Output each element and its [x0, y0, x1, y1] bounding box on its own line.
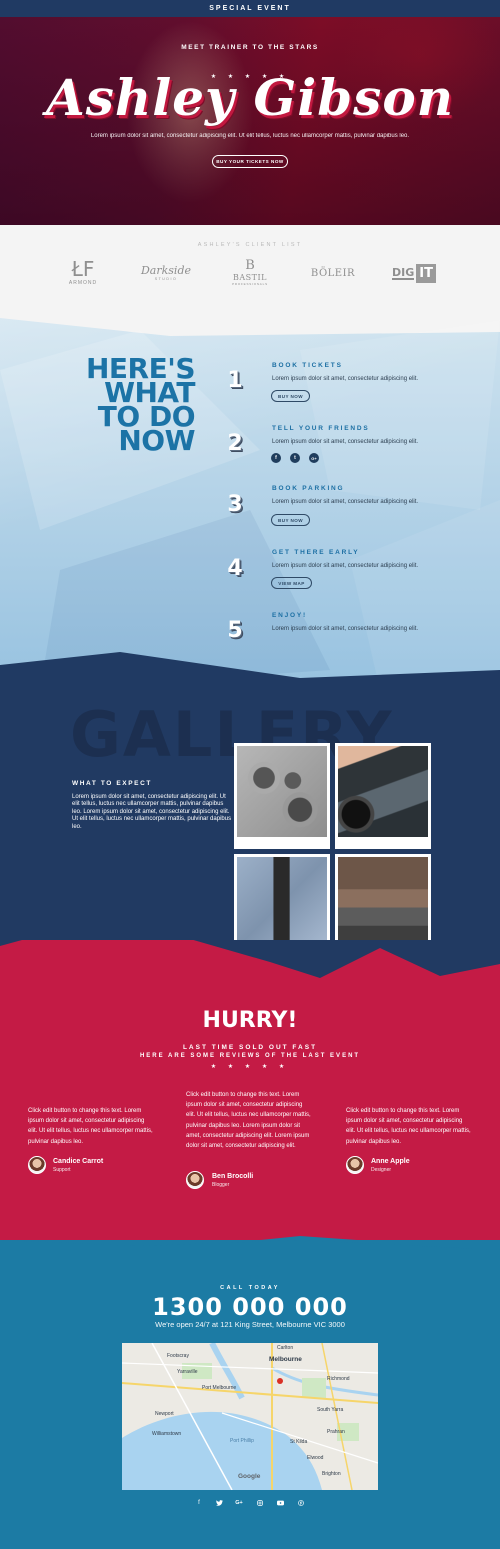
hero-kicker: MEET TRAINER TO THE STARS: [181, 44, 319, 51]
twitter-bird-glyph: [215, 1500, 223, 1506]
step-desc-3: Lorem ipsum dolor sit amet, consectetur …: [272, 499, 419, 505]
gallery-description: Lorem ipsum dolor sit amet, consectetur …: [72, 794, 232, 830]
dumbbells-image: [237, 746, 327, 837]
pinterest-glyph: [298, 1500, 304, 1506]
review-text-1: Click edit button to change this text. L…: [28, 1108, 153, 1145]
google-plus-icon[interactable]: G+: [232, 1500, 246, 1506]
hurry-stars: ★ ★ ★ ★ ★: [210, 1064, 290, 1070]
map-label-port-melbourne: Port Melbourne: [202, 1385, 237, 1391]
gallery-kicker: WHAT TO EXPECT: [72, 780, 152, 787]
top-bar: SPECIAL EVENT: [0, 0, 500, 17]
youtube-glyph: [276, 1500, 284, 1506]
step-title-5: ENJOY!: [272, 612, 308, 619]
client-logo-darkside: Darkside STUDIO: [135, 264, 197, 281]
bastil-mark: B: [245, 258, 255, 273]
map-label-st-kilda: St Kilda: [290, 1439, 308, 1445]
bastil-sub: PROFESSIONALS: [232, 282, 268, 286]
youtube-icon[interactable]: [273, 1500, 287, 1508]
step-title-3: BOOK PARKING: [272, 485, 345, 492]
armond-name: ARMOND: [68, 280, 98, 286]
buy-tickets-button[interactable]: BUY YOUR TICKETS NOW: [212, 155, 288, 168]
avatar: [346, 1156, 364, 1174]
avatar: [186, 1171, 204, 1189]
step-number-4: 4: [227, 556, 243, 581]
reviewer-role-3: Designer: [371, 1167, 392, 1173]
map-label-richmond: Richmond: [327, 1376, 350, 1382]
top-bar-label: SPECIAL EVENT: [209, 5, 291, 12]
digit-mark: IT: [416, 264, 436, 283]
step-number-3: 3: [227, 492, 243, 517]
step-number-2: 2: [227, 431, 243, 456]
heres-what-to-do-headline: HERE'S WHAT TO DO NOW: [65, 355, 196, 457]
instagram-glyph: [257, 1500, 263, 1506]
google-logo: Google: [238, 1473, 261, 1480]
map-label-footscray: Footscray: [167, 1353, 189, 1359]
facebook-icon[interactable]: f: [192, 1500, 206, 1506]
buy-now-button[interactable]: BUY NOW: [271, 390, 310, 402]
reviewer-name-2: Ben Brocolli: [212, 1173, 254, 1180]
step-number-5: 5: [227, 618, 243, 643]
buy-parking-button[interactable]: BUY NOW: [271, 514, 310, 526]
client-logo-digit: DIG IT: [392, 264, 442, 283]
client-logo-armond: ŁF ARMOND: [62, 258, 104, 286]
gallery-photo-barbell[interactable]: [335, 743, 431, 849]
reviewer-role-1: Support: [53, 1167, 71, 1173]
map-label-melbourne: Melbourne: [269, 1356, 302, 1363]
reviewer-name-3: Anne Apple: [371, 1158, 410, 1165]
step-title-4: GET THERE EARLY: [272, 549, 360, 556]
map-label-prahran: Prahran: [327, 1429, 345, 1435]
instagram-icon[interactable]: [253, 1500, 267, 1508]
map-label-newport: Newport: [155, 1411, 174, 1417]
armond-mark: ŁF: [71, 257, 95, 281]
reviewer-role-2: Blogger: [212, 1182, 230, 1188]
facebook-icon[interactable]: f: [271, 453, 281, 463]
client-list-title: ASHLEY'S CLIENT LIST: [197, 242, 303, 248]
map-label-port-phillip: Port Phillip: [230, 1438, 254, 1444]
hurry-subtitle-1: LAST TIME SOLD OUT FAST: [182, 1044, 318, 1051]
step-title-1: BOOK TICKETS: [272, 362, 343, 369]
client-logo-boleir: BÖLEIR: [310, 268, 356, 279]
digit-name: DIG: [392, 266, 415, 280]
phone-number[interactable]: 1300 000 000: [0, 1293, 500, 1321]
hurry-title: HURRY!: [202, 1008, 298, 1033]
pinterest-icon[interactable]: [294, 1500, 308, 1508]
map-label-brighton: Brighton: [322, 1471, 341, 1477]
twitter-icon[interactable]: t: [290, 453, 300, 463]
hero-description: Lorem ipsum dolor sit amet, consectetur …: [90, 133, 410, 139]
map-label-elwood: Elwood: [307, 1455, 324, 1461]
reviewer-name-1: Candice Carrot: [53, 1158, 104, 1165]
hurry-subtitle-2: HERE ARE SOME REVIEWS OF THE LAST EVENT: [139, 1053, 361, 1059]
opening-hours: We're open 24/7 at 121 King Street, Melb…: [155, 1320, 345, 1329]
avatar: [28, 1156, 46, 1174]
darkside-name: Darkside: [140, 264, 191, 277]
review-text-3: Click edit button to change this text. L…: [346, 1108, 471, 1145]
contact-top-edge: [0, 1240, 500, 1270]
twitter-icon[interactable]: [212, 1500, 226, 1508]
client-logo-bastil: B BASTIL PROFESSIONALS: [225, 258, 275, 286]
location-map[interactable]: Melbourne Port Melbourne St Kilda Richmo…: [122, 1343, 378, 1490]
barbell-image: [338, 746, 428, 837]
map-label-yarraville: Yarraville: [177, 1369, 198, 1375]
fitness-class-image: [338, 857, 428, 948]
map-label-williamstown: Williamstown: [152, 1431, 182, 1437]
map-label-carlton: Carlton: [277, 1345, 294, 1351]
step-desc-1: Lorem ipsum dolor sit amet, consectetur …: [272, 376, 419, 382]
hero-title: Ashley Gibson: [45, 68, 455, 127]
headline-line-4: NOW: [118, 424, 195, 457]
step-desc-4: Lorem ipsum dolor sit amet, consectetur …: [272, 563, 419, 569]
step-number-1: 1: [227, 368, 243, 393]
view-map-button[interactable]: VIEW MAP: [271, 577, 312, 589]
yoga-image: [237, 857, 327, 948]
review-text-2: Click edit button to change this text. L…: [186, 1092, 311, 1150]
step-desc-5: Lorem ipsum dolor sit amet, consectetur …: [272, 626, 419, 632]
gallery-photo-dumbbells[interactable]: [234, 743, 330, 849]
bastil-name: BASTIL: [233, 273, 267, 282]
step-title-2: TELL YOUR FRIENDS: [272, 425, 370, 432]
google-plus-icon[interactable]: G+: [309, 453, 319, 463]
step-desc-2: Lorem ipsum dolor sit amet, consectetur …: [272, 439, 419, 445]
call-today-label: CALL TODAY: [220, 1285, 280, 1291]
darkside-sub: STUDIO: [154, 277, 178, 281]
map-label-south-yarra: South Yarra: [317, 1407, 344, 1413]
